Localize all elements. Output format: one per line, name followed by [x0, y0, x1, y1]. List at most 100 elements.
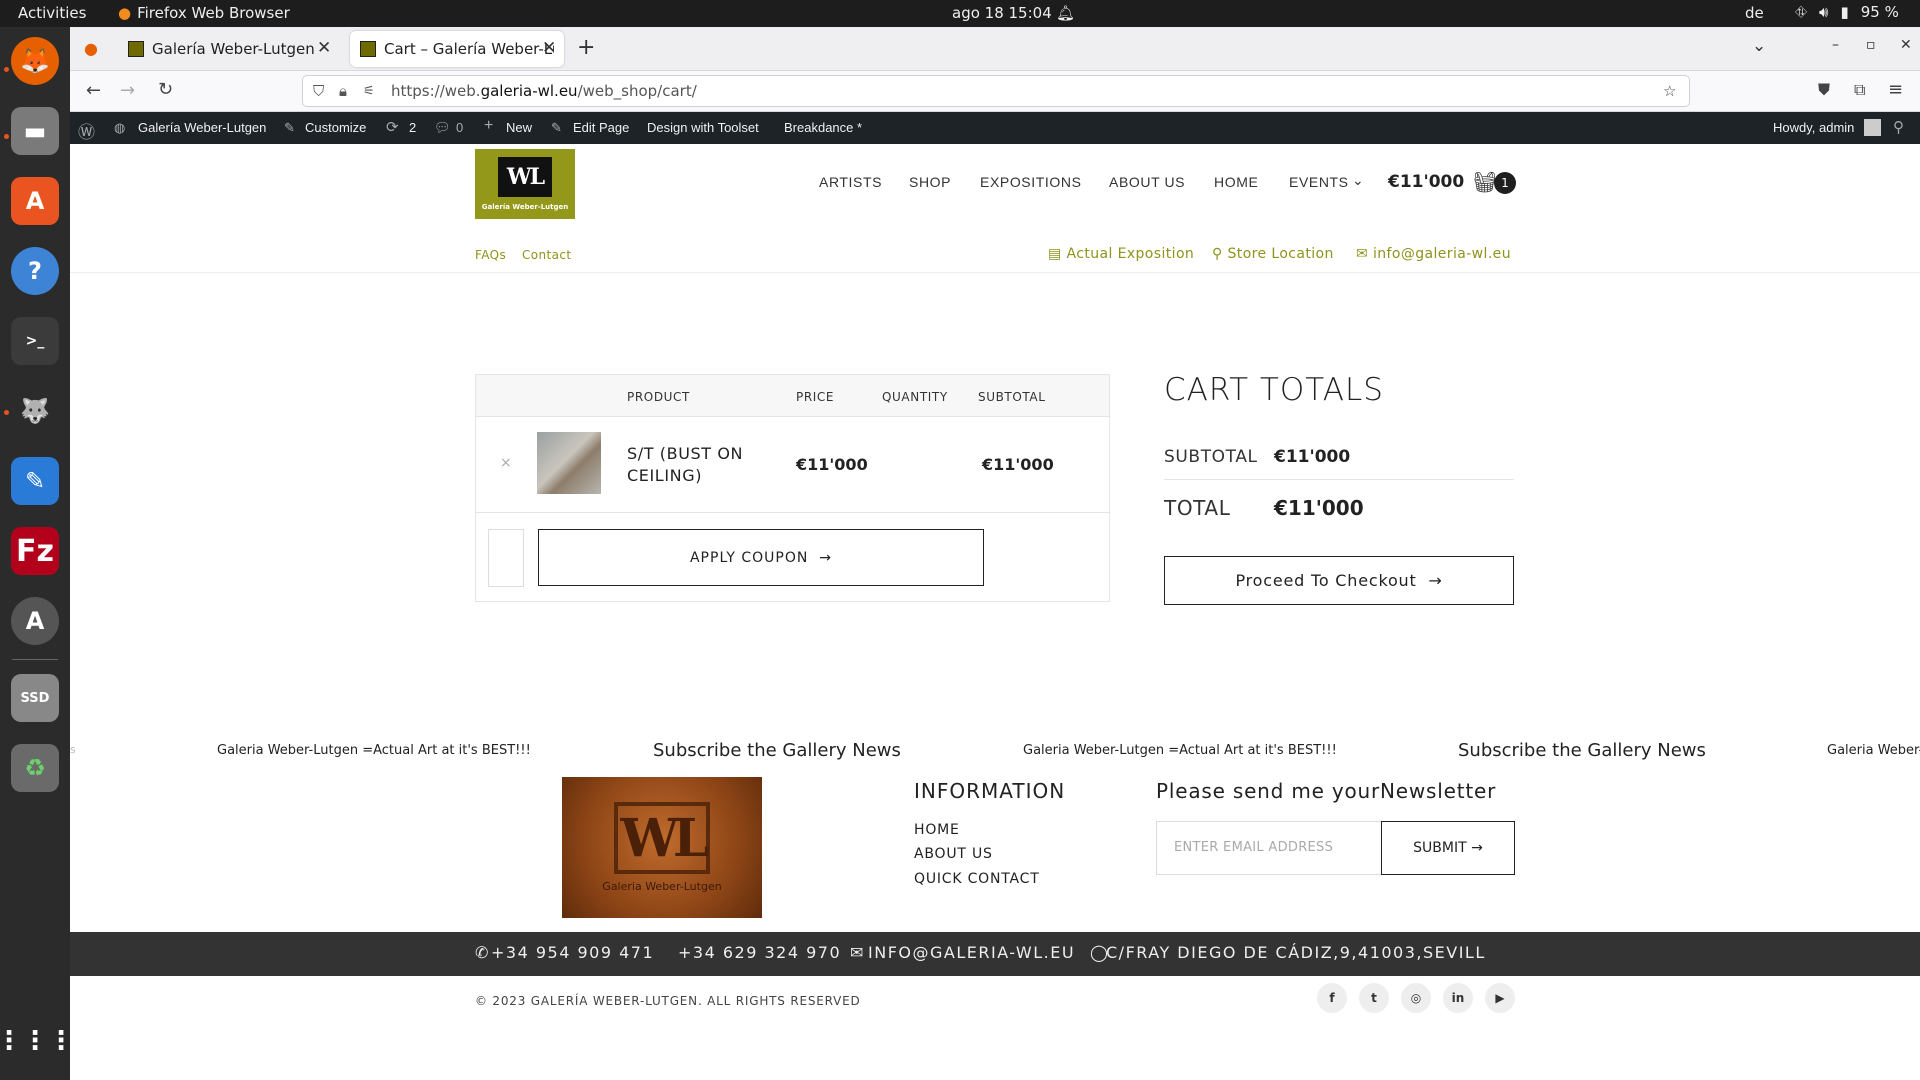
avatar[interactable]	[1864, 119, 1881, 136]
wp-comments-count[interactable]: 0	[456, 120, 463, 135]
facebook-icon[interactable]: f	[1317, 983, 1347, 1013]
chevron-down-icon[interactable]: ⌄	[1352, 172, 1364, 189]
instagram-icon[interactable]: ◎	[1401, 983, 1431, 1013]
updater-icon[interactable]: A	[11, 597, 59, 645]
site-logo[interactable]: WL Galería Weber-Lutgen	[475, 149, 575, 219]
product-name[interactable]: S/T (BUST ON CEILING)	[627, 443, 757, 487]
footer-email[interactable]: INFO@GALERIA-WL.EU	[868, 943, 1075, 962]
url-bar[interactable]: ⛉ 🔒︎ ⚟ https://web.galeria-wl.eu/web_sho…	[302, 75, 1690, 107]
wp-howdy[interactable]: Howdy, admin	[1773, 120, 1854, 135]
files-icon[interactable]: ▬	[11, 107, 59, 155]
keyboard-layout[interactable]: de	[1745, 4, 1764, 22]
nav-events[interactable]: EVENTS	[1289, 174, 1349, 190]
link-faqs[interactable]: FAQs	[475, 248, 506, 262]
trash-icon[interactable]: ♻	[11, 744, 59, 792]
footer-link-quick-contact[interactable]: QUICK CONTACT	[914, 871, 1040, 887]
nav-expositions[interactable]: EXPOSITIONS	[980, 174, 1082, 190]
close-tab-icon[interactable]: ✕	[542, 38, 556, 58]
nav-about-us[interactable]: ABOUT US	[1109, 174, 1185, 190]
hamburger-menu-icon[interactable]: ≡	[1888, 79, 1903, 100]
subtotal-label: SUBTOTAL	[1164, 447, 1258, 467]
marquee-subscribe[interactable]: Subscribe the Gallery News	[1458, 740, 1706, 761]
wp-updates-count[interactable]: 2	[409, 120, 416, 135]
bookmark-star-icon[interactable]: ☆	[1663, 82, 1676, 100]
wp-edit-page[interactable]: Edit Page	[573, 120, 629, 135]
apply-coupon-button[interactable]: APPLY COUPON →	[538, 529, 984, 586]
phone-1[interactable]: +34 954 909 471	[491, 943, 654, 962]
extensions-icon[interactable]: ⧉	[1854, 80, 1865, 100]
clock[interactable]: ago 18 15:04	[952, 4, 1052, 22]
list-tabs-chevron-icon[interactable]: ⌄	[1752, 36, 1766, 56]
map-pin-icon: ⚲	[1212, 246, 1228, 262]
footer-address[interactable]: C/FRAY DIEGO DE CÁDIZ,9,41003,SEVILLA,ES	[1106, 943, 1486, 962]
link-email[interactable]: ✉ info@galeria-wl.eu	[1356, 246, 1511, 262]
newsletter-title: Please send me yourNewsletter	[1156, 779, 1497, 803]
wp-new[interactable]: New	[506, 120, 532, 135]
linkedin-icon[interactable]: in	[1443, 983, 1473, 1013]
footer-link-home[interactable]: HOME	[914, 822, 960, 838]
link-contact[interactable]: Contact	[522, 248, 572, 262]
filezilla-icon[interactable]: Fz	[11, 527, 59, 575]
notification-bell-icon[interactable]: 🔔︎	[1056, 4, 1075, 22]
col-quantity: QUANTITY	[882, 390, 948, 404]
twitter-icon[interactable]: t	[1359, 983, 1389, 1013]
wp-customize[interactable]: Customize	[305, 120, 366, 135]
remove-item-icon[interactable]: ×	[500, 455, 512, 471]
footer-logo-mark: WL	[614, 802, 710, 874]
system-status-menu[interactable]: ⛗ 🔊︎ ▮ 95 %	[1795, 3, 1899, 21]
product-thumbnail[interactable]	[537, 432, 601, 494]
coupon-input[interactable]	[488, 529, 524, 587]
col-subtotal: SUBTOTAL	[978, 390, 1046, 404]
nav-shop[interactable]: SHOP	[909, 174, 951, 190]
link-actual-exposition[interactable]: ▤ Actual Exposition	[1048, 246, 1194, 262]
wordpress-logo-icon[interactable]: Ⓦ	[78, 118, 95, 143]
cart-count-badge[interactable]: 1	[1494, 172, 1516, 194]
app-menu[interactable]: ● Firefox Web Browser	[118, 4, 290, 22]
activities-button[interactable]: Activities	[18, 4, 86, 22]
proceed-to-checkout-button[interactable]: Proceed To Checkout →	[1164, 556, 1514, 605]
cart-totals-title: CART TOTALS	[1164, 372, 1384, 408]
close-window-icon[interactable]: ✕	[1900, 37, 1912, 53]
phone-2[interactable]: +34 629 324 970	[678, 943, 841, 962]
permissions-icon[interactable]: ⚟	[363, 84, 375, 99]
nav-home[interactable]: HOME	[1214, 174, 1258, 190]
maximize-icon[interactable]: ▫	[1866, 37, 1876, 53]
reload-icon[interactable]: ↻	[158, 79, 173, 100]
text-editor-icon[interactable]: ✎	[11, 457, 59, 505]
back-icon[interactable]: ←	[86, 80, 101, 101]
marquee-subscribe[interactable]: Subscribe the Gallery News	[653, 740, 901, 761]
header-cart-total[interactable]: €11'000	[1388, 172, 1464, 192]
help-icon[interactable]: ?	[11, 247, 59, 295]
ssd-drive-icon[interactable]: SSD	[11, 674, 59, 722]
wp-site-name[interactable]: Galería Weber-Lutgen	[138, 120, 266, 135]
dashboard-icon: ◍	[114, 120, 126, 135]
terminal-icon[interactable]: >_	[11, 317, 59, 365]
close-tab-icon[interactable]: ✕	[317, 38, 331, 58]
wp-toolset[interactable]: Design with Toolset	[647, 120, 759, 135]
link-store-location[interactable]: ⚲ Store Location	[1212, 246, 1334, 262]
firefox-icon[interactable]: 🦊	[11, 37, 59, 85]
tab-cart[interactable]: Cart – Galería Weber-Lut	[350, 31, 564, 67]
firefox-view-icon[interactable]: ●	[84, 39, 98, 58]
show-apps-grid-icon[interactable]: ⋮⋮⋮	[0, 1017, 74, 1065]
logo-caption: Galería Weber-Lutgen	[481, 203, 569, 211]
youtube-icon[interactable]: ▶	[1485, 983, 1515, 1013]
submit-button[interactable]: SUBMIT →	[1381, 821, 1515, 875]
tracking-shield-icon[interactable]: ⛉	[313, 82, 324, 100]
footer-logo-caption: Galeria Weber-Lutgen	[602, 880, 722, 893]
nav-artists[interactable]: ARTISTS	[819, 174, 882, 190]
firefox-icon: ●	[118, 4, 132, 22]
footer-link-about-us[interactable]: ABOUT US	[914, 846, 993, 862]
lock-icon[interactable]: 🔒︎	[339, 82, 347, 100]
email-field[interactable]: ENTER EMAIL ADDRESS	[1156, 821, 1382, 875]
brush-icon: ✎	[284, 120, 295, 135]
pocket-icon[interactable]: ⛊	[1818, 80, 1830, 100]
new-tab-icon[interactable]: +	[577, 35, 595, 60]
search-icon[interactable]: ⚲	[1893, 118, 1904, 136]
wp-breakdance[interactable]: Breakdance *	[784, 120, 862, 135]
forward-icon[interactable]: →	[120, 80, 135, 101]
gimp-icon[interactable]: 🐺	[11, 387, 59, 435]
minimize-icon[interactable]: –	[1832, 37, 1839, 53]
tab-galeria[interactable]: Galería Weber-Lutgen	[118, 31, 350, 67]
software-center-icon[interactable]: A	[11, 177, 59, 225]
